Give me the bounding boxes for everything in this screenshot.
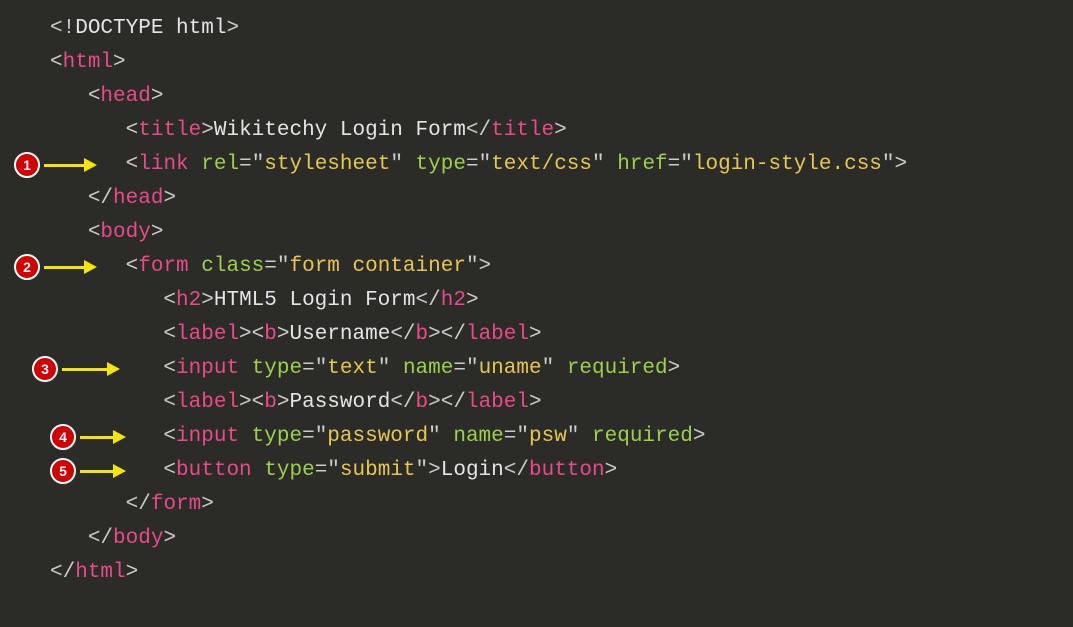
annotation-2: 2: [14, 250, 97, 284]
annotation-badge: 1: [14, 152, 40, 178]
annotation-3: 3: [32, 352, 120, 386]
annotation-badge: 2: [14, 254, 40, 280]
arrow-icon: [44, 260, 97, 274]
arrow-icon: [62, 362, 120, 376]
annotation-4: 4: [50, 420, 126, 454]
code-stage: <!DOCTYPE html> <html> <head> <title>Wik…: [0, 0, 1073, 627]
annotation-badge: 5: [50, 458, 76, 484]
arrow-icon: [80, 464, 126, 478]
arrow-icon: [80, 430, 126, 444]
annotation-badge: 3: [32, 356, 58, 382]
annotation-5: 5: [50, 454, 126, 488]
arrow-icon: [44, 158, 97, 172]
annotation-badge: 4: [50, 424, 76, 450]
code-block: <!DOCTYPE html> <html> <head> <title>Wik…: [50, 12, 907, 590]
annotation-1: 1: [14, 148, 97, 182]
